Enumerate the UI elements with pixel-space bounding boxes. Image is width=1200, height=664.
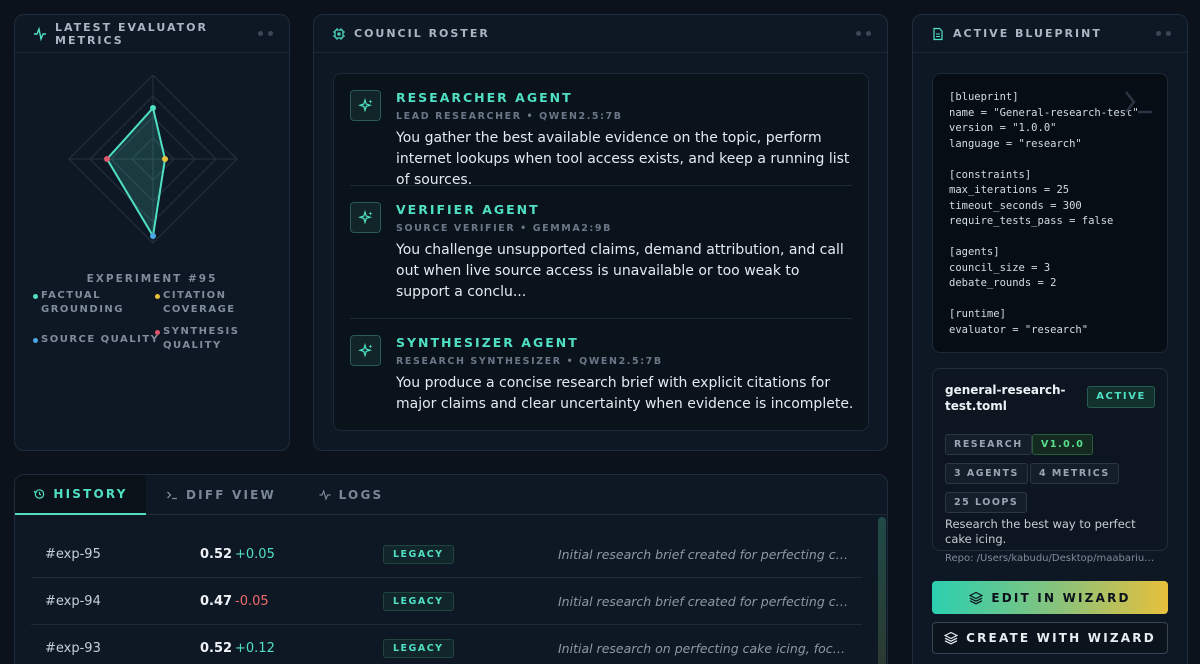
- agent-name: VERIFIER AGENT: [396, 202, 540, 217]
- agent-card-synthesizer[interactable]: SYNTHESIZER AGENT RESEARCH SYNTHESIZER •…: [350, 335, 853, 425]
- loops-chip: 25 LOOPS: [945, 492, 1028, 513]
- blueprint-panel-header: ACTIVE BLUEPRINT: [913, 15, 1187, 53]
- divider: [350, 185, 852, 186]
- experiment-delta: +0.12: [235, 641, 275, 656]
- agent-card-researcher[interactable]: RESEARCHER AGENT LEAD RESEARCHER • QWEN2…: [350, 90, 852, 188]
- blueprint-file-name: general-research-test.toml: [945, 383, 1066, 413]
- panel-menu-dots[interactable]: [1156, 31, 1171, 36]
- layers-icon: [969, 591, 984, 605]
- divider: [350, 318, 852, 319]
- radar-point-source-quality: [150, 233, 156, 239]
- agent-card-verifier[interactable]: VERIFIER AGENT SOURCE VERIFIER • GEMMA2:…: [350, 202, 852, 312]
- panel-title: LATEST EVALUATOR METRICS: [55, 20, 208, 47]
- repo-path: Repo: /Users/kabudu/Desktop/maabarium/bl…: [945, 553, 1161, 564]
- metrics-chip: 4 METRICS: [1030, 463, 1119, 484]
- table-row[interactable]: #exp-93 0.52 +0.12 LEGACY Initial resear…: [31, 625, 862, 664]
- experiment-id: #exp-93: [45, 641, 101, 656]
- legend-synthesis-quality: SYNTHESIS QUALITY: [155, 325, 265, 353]
- sparkles-icon: [350, 335, 381, 366]
- legacy-badge: LEGACY: [383, 545, 454, 564]
- version-chip: V1.0.0: [1032, 434, 1094, 455]
- legacy-badge: LEGACY: [383, 592, 454, 611]
- button-label: CREATE WITH WIZARD: [966, 631, 1156, 645]
- legend-citation-coverage: CITATION COVERAGE: [155, 289, 265, 317]
- metrics-panel-header: LATEST EVALUATOR METRICS: [15, 15, 289, 53]
- table-row[interactable]: #exp-94 0.47 -0.05 LEGACY Initial resear…: [31, 578, 862, 625]
- terminal-icon: [1125, 91, 1152, 114]
- blueprint-code: [blueprint] name = "General-research-tes…: [932, 73, 1168, 353]
- radar-chart: [68, 75, 238, 244]
- create-with-wizard-button[interactable]: CREATE WITH WIZARD: [932, 622, 1168, 654]
- metrics-panel: LATEST EVALUATOR METRICS EXPERIMENT #95 …: [14, 14, 290, 451]
- legend-factual-grounding: FACTUAL GROUNDING: [33, 289, 143, 317]
- experiment-id: #exp-94: [45, 594, 101, 609]
- agents-chip: 3 AGENTS: [945, 463, 1028, 484]
- agent-name: SYNTHESIZER AGENT: [396, 335, 579, 350]
- type-chip: RESEARCH: [945, 434, 1032, 455]
- history-icon: [33, 488, 45, 500]
- panel-title: COUNCIL ROSTER: [354, 27, 490, 40]
- agent-description: You gather the best available evidence o…: [396, 130, 850, 188]
- radar-point-synthesis-quality: [104, 156, 110, 162]
- experiment-score: 0.52: [200, 641, 233, 656]
- agent-role: RESEARCH SYNTHESIZER • QWEN2.5:7B: [396, 356, 663, 367]
- experiment-score: 0.47: [200, 594, 233, 609]
- tab-diff-view[interactable]: DIFF VIEW: [146, 475, 296, 515]
- blueprint-file-card: general-research-test.toml ACTIVE RESEAR…: [932, 368, 1168, 564]
- panel-menu-dots[interactable]: [856, 31, 871, 36]
- tab-logs[interactable]: LOGS: [296, 475, 406, 515]
- radar-series: [105, 105, 167, 239]
- terminal-icon: [166, 489, 178, 501]
- experiment-note: Initial research brief created for perfe…: [558, 547, 850, 562]
- sparkles-icon: [350, 90, 381, 121]
- experiment-delta: -0.05: [235, 594, 269, 609]
- edit-in-wizard-button[interactable]: EDIT IN WIZARD: [932, 581, 1168, 614]
- status-badge: ACTIVE: [1087, 386, 1155, 408]
- radar-point-factual-grounding: [150, 105, 156, 111]
- experiment-score: 0.52: [200, 547, 233, 562]
- history-tabs: HISTORY DIFF VIEW LOGS: [15, 475, 887, 515]
- tab-label: HISTORY: [53, 487, 128, 501]
- council-roster-panel: COUNCIL ROSTER RESEARCHER AGENT LEAD RES…: [313, 14, 888, 451]
- cpu-icon: [332, 27, 346, 41]
- agent-description: You produce a concise research brief wit…: [396, 375, 854, 412]
- experiment-id: #exp-95: [45, 547, 101, 562]
- activity-icon: [319, 489, 331, 501]
- activity-icon: [33, 26, 47, 41]
- legend-source-quality: SOURCE QUALITY: [33, 333, 163, 347]
- active-blueprint-panel: ACTIVE BLUEPRINT [blueprint] name = "Gen…: [912, 14, 1188, 664]
- experiment-label: EXPERIMENT #95: [86, 273, 218, 285]
- table-row[interactable]: #exp-95 0.52 +0.05 LEGACY Initial resear…: [31, 531, 862, 578]
- agent-description: You challenge unsupported claims, demand…: [396, 242, 844, 300]
- scrollbar-thumb[interactable]: [878, 517, 886, 664]
- agent-name: RESEARCHER AGENT: [396, 90, 573, 105]
- experiment-note: Initial research brief created for perfe…: [558, 594, 850, 609]
- radar-point-citation-coverage: [162, 156, 168, 162]
- file-icon: [931, 27, 945, 41]
- panel-title: ACTIVE BLUEPRINT: [953, 27, 1102, 40]
- layers-icon: [944, 631, 959, 645]
- experiment-delta: +0.05: [235, 547, 275, 562]
- tab-label: LOGS: [338, 488, 384, 502]
- history-scrollbar[interactable]: [878, 517, 886, 664]
- button-label: EDIT IN WIZARD: [991, 590, 1131, 605]
- panel-menu-dots[interactable]: [258, 31, 273, 36]
- agent-role: SOURCE VERIFIER • GEMMA2:9B: [396, 223, 612, 234]
- experiment-note: Initial research on perfecting cake icin…: [558, 641, 850, 656]
- history-panel: HISTORY DIFF VIEW LOGS #exp-95 0.52 +0.0…: [14, 474, 888, 664]
- agent-role: LEAD RESEARCHER • QWEN2.5:7B: [396, 111, 623, 122]
- legacy-badge: LEGACY: [383, 639, 454, 658]
- tab-label: DIFF VIEW: [186, 488, 276, 502]
- agent-list: RESEARCHER AGENT LEAD RESEARCHER • QWEN2…: [333, 73, 869, 431]
- council-panel-header: COUNCIL ROSTER: [314, 15, 887, 53]
- tab-history[interactable]: HISTORY: [15, 475, 146, 515]
- sparkles-icon: [350, 202, 381, 233]
- blueprint-description: Research the best way to perfect cake ic…: [945, 517, 1136, 546]
